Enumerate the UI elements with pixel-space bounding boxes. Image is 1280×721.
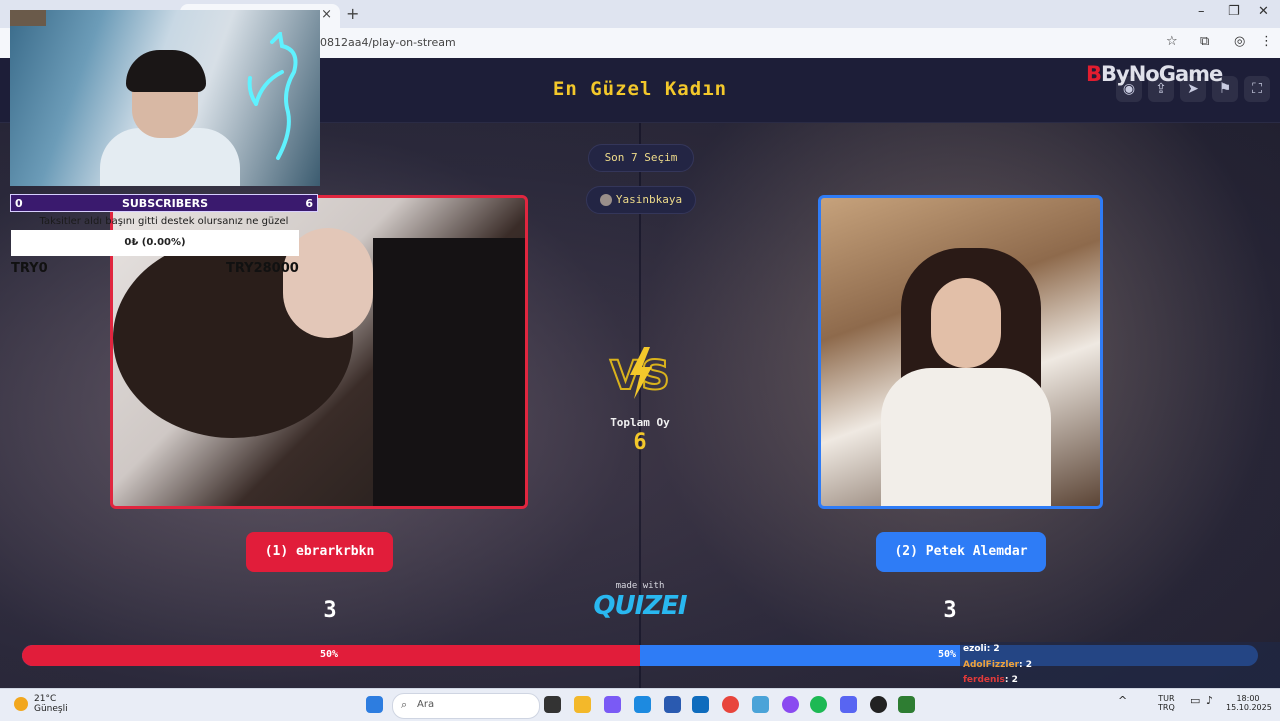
right-score: 3 (943, 598, 957, 623)
left-percent: 50% (320, 649, 339, 660)
chrome-icon[interactable] (722, 696, 739, 713)
extensions-icon[interactable]: ⧉ (1200, 34, 1209, 49)
browser-menu-icon[interactable]: ⋮ (1260, 34, 1273, 49)
chat-count: : 2 (986, 644, 1000, 654)
vote-right-button[interactable]: (2) Petek Alemdar (876, 532, 1046, 572)
weather-sun-icon (14, 697, 28, 711)
settings-icon[interactable] (752, 696, 769, 713)
flag-icon[interactable]: ⚑ (1212, 76, 1238, 102)
chat-count: : 2 (1004, 675, 1018, 685)
app-icon[interactable] (870, 696, 887, 713)
terminal-icon[interactable] (898, 696, 915, 713)
outlook-icon[interactable] (692, 696, 709, 713)
edge-icon[interactable] (634, 696, 651, 713)
maximize-button[interactable]: ❐ (1228, 4, 1240, 19)
weather-widget[interactable]: 21°C Güneşli (34, 694, 68, 714)
lang-primary: TUR (1158, 694, 1175, 703)
user-pill: Yasinbkaya (586, 186, 696, 214)
chat-row: AdolFizzler: 2 (960, 657, 1280, 673)
minimize-button[interactable]: – (1198, 4, 1205, 19)
donation-goal-bar: 0₺ (0.00%) (11, 230, 299, 256)
clock[interactable]: 18:00 15.10.2025 (1226, 694, 1272, 712)
chat-user: ferdenis (963, 675, 1005, 685)
last-choices-pill[interactable]: Son 7 Seçim (588, 144, 694, 172)
fullscreen-icon[interactable]: ⛶ (1244, 76, 1270, 102)
obs-icon[interactable] (782, 696, 799, 713)
network-icon[interactable]: ▭ (1190, 694, 1200, 707)
total-votes-value: 6 (633, 430, 647, 455)
url-field[interactable]: 0812aa4/play-on-stream (320, 36, 456, 49)
made-with-label: made with (615, 581, 665, 591)
volume-icon[interactable]: ♪ (1206, 694, 1213, 707)
discord-icon[interactable] (840, 696, 857, 713)
vs-icon: VS (609, 347, 671, 400)
vote-left-button[interactable]: (1) ebrarkrbkn (246, 532, 393, 572)
right-choice-image[interactable] (818, 195, 1103, 509)
file-explorer-icon[interactable] (574, 696, 591, 713)
send-icon[interactable]: ➤ (1180, 76, 1206, 102)
subs-right: 6 (305, 197, 313, 210)
taskbar-search[interactable]: ⌕ Ara (392, 693, 540, 719)
task-view-icon[interactable] (544, 696, 561, 713)
new-tab-button[interactable]: + (346, 4, 359, 23)
webcam-shelf (10, 10, 46, 26)
left-score: 3 (323, 598, 337, 623)
chat-user: ezoli (963, 644, 987, 654)
eye-icon[interactable]: ◉ (1116, 76, 1142, 102)
tab-close-icon[interactable]: × (321, 7, 332, 22)
bookmark-star-icon[interactable]: ☆ (1166, 34, 1178, 49)
right-percent: 50% (938, 649, 957, 660)
chat-count: : 2 (1019, 659, 1033, 670)
chat-row: ezoli: 2 (960, 642, 1280, 658)
weather-status: Güneşli (34, 704, 68, 714)
subscribers-bar: 0 SUBSCRIBERS 6 (10, 194, 318, 212)
profile-icon[interactable]: ◎ (1234, 34, 1245, 49)
chat-row: ferdenis: 2 (960, 673, 1280, 689)
subs-label: SUBSCRIBERS (121, 197, 209, 210)
donation-goal-text: Taksitler aldı başını gitti destek olurs… (39, 216, 289, 227)
goal-min: TRY0 (11, 261, 48, 276)
close-window-button[interactable]: ✕ (1258, 4, 1269, 19)
goal-max: TRY28000 (226, 261, 299, 276)
left-image-top (373, 238, 525, 506)
lang-secondary: TRQ (1158, 703, 1175, 712)
neon-cat-icon (247, 32, 298, 160)
clock-time: 18:00 (1236, 694, 1260, 703)
start-icon[interactable] (366, 696, 383, 713)
copilot-icon[interactable] (604, 696, 621, 713)
right-image-shirt (881, 368, 1051, 506)
right-image-face (931, 278, 1001, 368)
taskbar: 21°C Güneşli ⌕ Ara ^ TUR TRQ ▭ ♪ 18:00 1… (0, 688, 1280, 721)
username: Yasinbkaya (615, 193, 683, 206)
weather-temp: 21°C (34, 694, 57, 704)
webcam-person-hair (126, 50, 206, 92)
webcam-overlay (10, 10, 320, 186)
store-icon[interactable] (664, 696, 681, 713)
avatar (599, 194, 612, 206)
clock-date: 15.10.2025 (1226, 703, 1272, 712)
tray-chevron-icon[interactable]: ^ (1118, 694, 1127, 707)
search-placeholder: Ara (417, 699, 435, 710)
spotify-icon[interactable] (810, 696, 827, 713)
chat-user: AdolFizzler (963, 659, 1020, 670)
share-icon[interactable]: ⇪ (1148, 76, 1174, 102)
language-indicator[interactable]: TUR TRQ (1158, 694, 1175, 712)
search-icon: ⌕ (401, 698, 408, 711)
bynogame-logo-mark: B (1086, 62, 1102, 86)
total-votes-label: Toplam Oy (610, 416, 670, 429)
quizei-logo[interactable]: QUIZEI (580, 591, 700, 621)
